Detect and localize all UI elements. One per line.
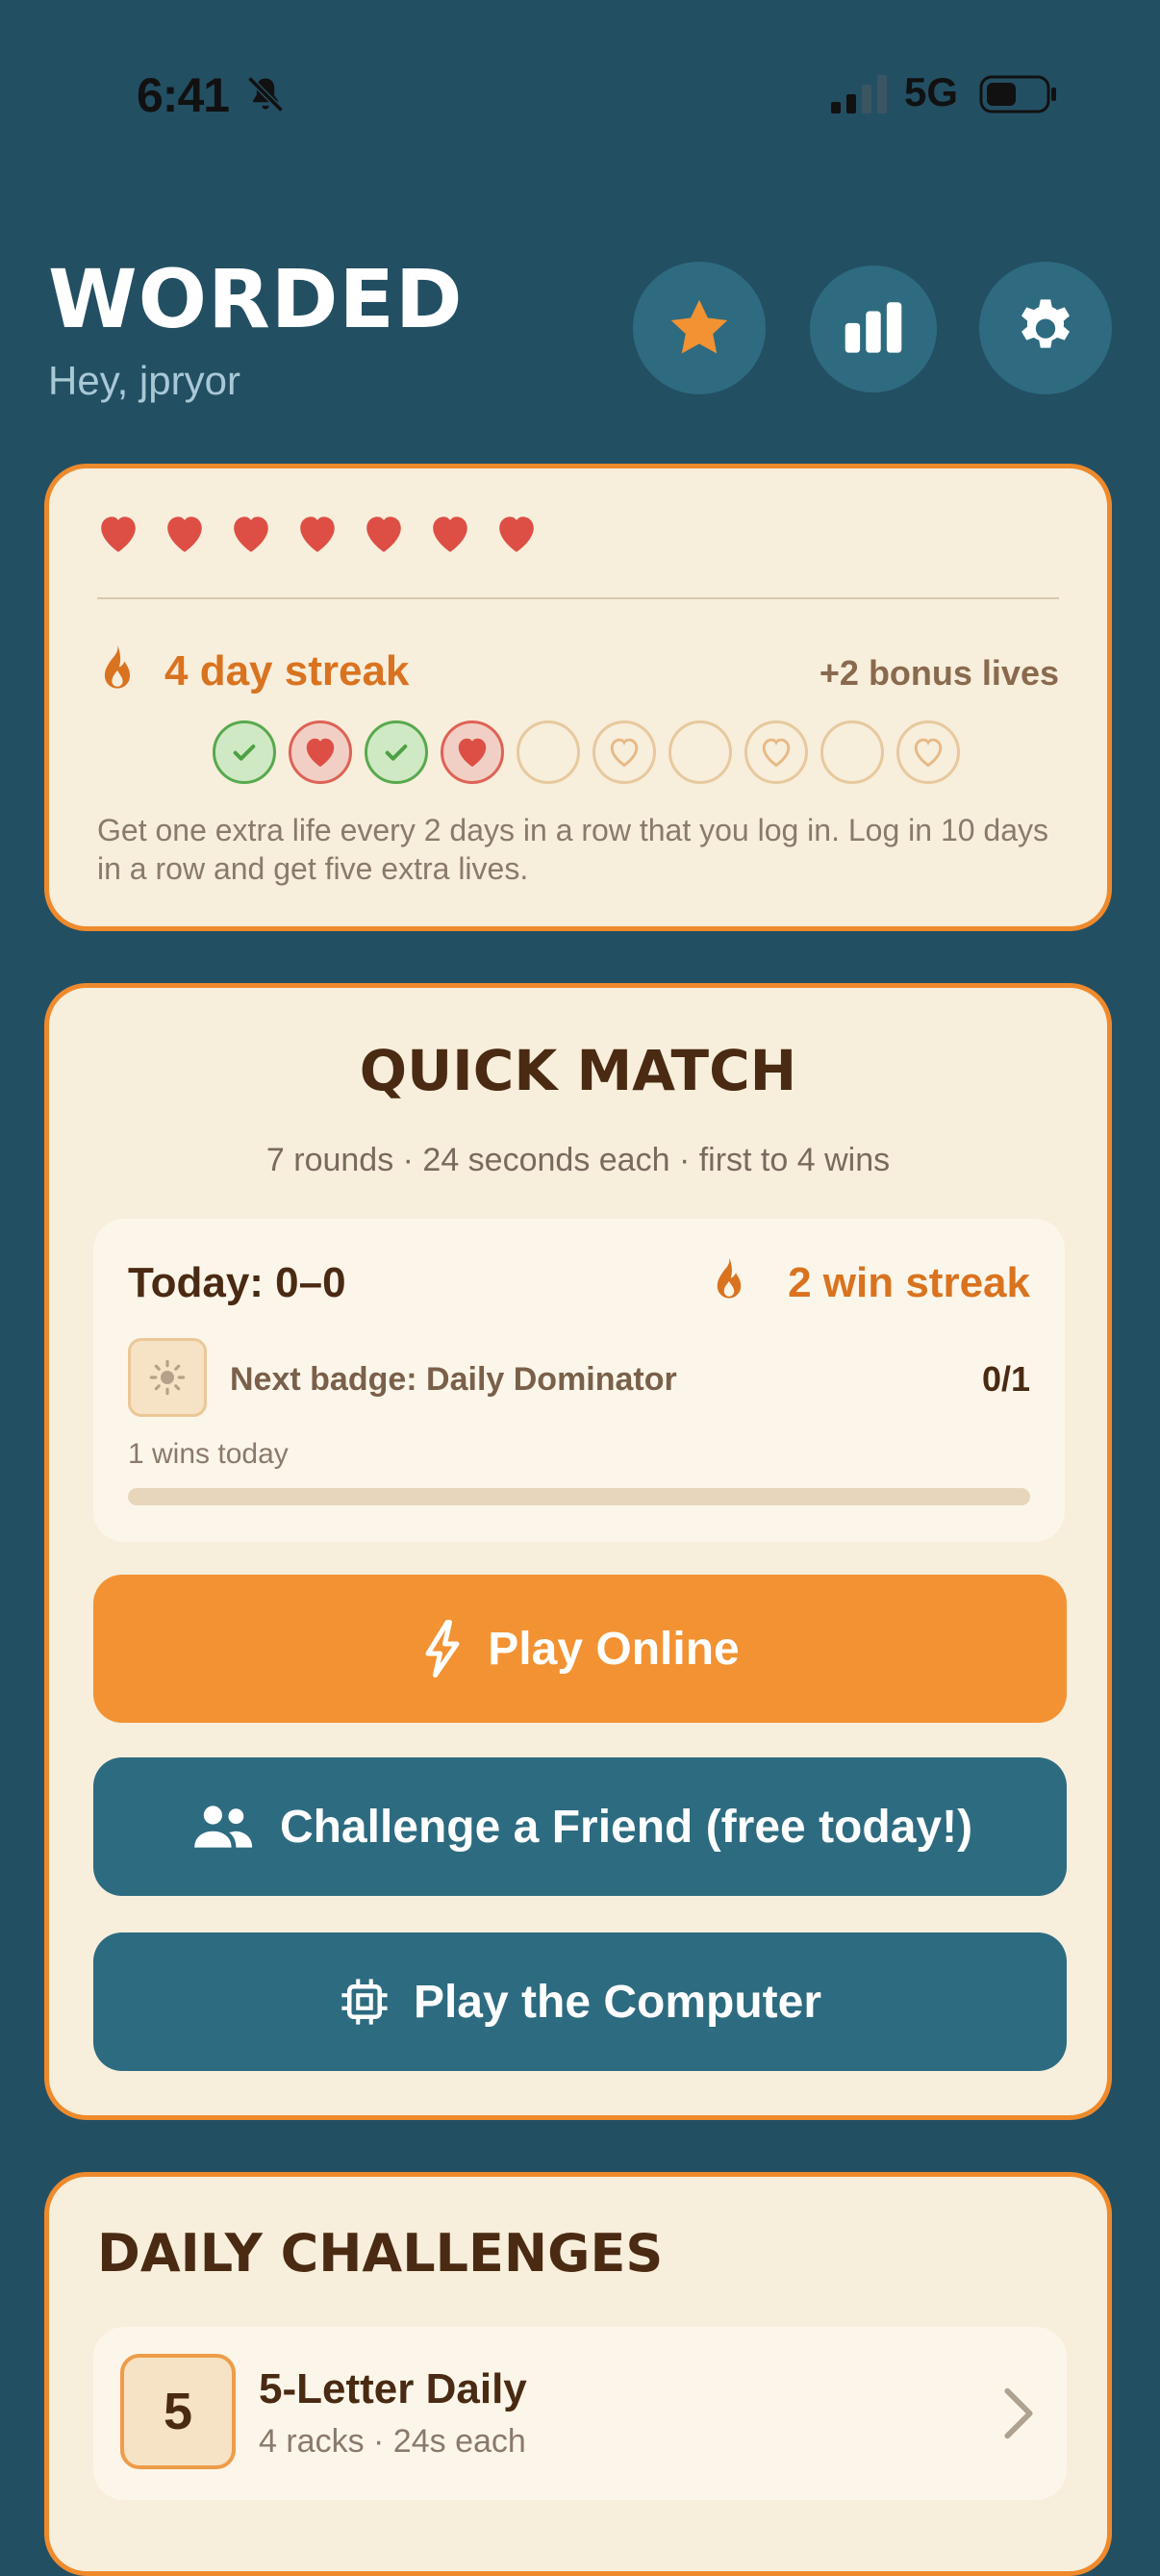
- heart-outline-icon: [610, 738, 639, 768]
- app-title: WORDED: [48, 252, 464, 346]
- lives-hearts: [97, 515, 538, 553]
- quick-match-subtitle: 7 rounds · 24 seconds each · first to 4 …: [265, 1142, 891, 1178]
- streak-day-check: [365, 720, 428, 784]
- battery-icon: [979, 75, 1056, 114]
- heart-icon: [433, 517, 467, 552]
- streak-day-bonus: [593, 720, 656, 784]
- favorites-button[interactable]: [633, 262, 766, 394]
- streak-day-empty: [517, 720, 580, 784]
- streak-day-bonus: [896, 720, 960, 784]
- bonus-lives-label: +2 bonus lives: [819, 653, 1059, 693]
- streak-day-heart: [289, 720, 352, 784]
- heart-icon: [167, 517, 202, 552]
- day-streak-label: 4 day streak: [164, 647, 410, 695]
- lives-card: 4 day streak +2 bonus lives Get one extr…: [44, 464, 1112, 931]
- badge-count: 0/1: [981, 1359, 1030, 1399]
- heart-icon: [366, 517, 401, 552]
- flame-icon: [104, 644, 131, 689]
- next-badge-label: Next badge: Daily Dominator: [230, 1361, 677, 1398]
- chevron-right-icon: [1004, 2387, 1033, 2439]
- cpu-icon: [341, 1979, 388, 2025]
- heart-icon: [499, 517, 534, 552]
- daily-challenges-card: DAILY CHALLENGES 5 5-Letter Daily 4 rack…: [44, 2172, 1112, 2576]
- check-icon: [233, 745, 256, 761]
- today-score: Today: 0–0: [128, 1259, 346, 1306]
- bar-chart-icon: [845, 302, 902, 353]
- lives-description: Get one extra life every 2 days in a row…: [97, 813, 1049, 886]
- check-icon: [385, 745, 408, 761]
- heart-icon: [458, 738, 487, 768]
- gear-icon: [1021, 299, 1070, 348]
- heart-icon: [234, 517, 268, 552]
- daily-challenge-meta: 4 racks · 24s each: [259, 2423, 526, 2460]
- daily-challenge-name: 5-Letter Daily: [259, 2365, 527, 2412]
- star-icon: [670, 299, 728, 354]
- streak-day-bonus: [744, 720, 808, 784]
- sun-icon: [149, 1359, 186, 1396]
- heart-outline-icon: [762, 738, 791, 768]
- stats-button[interactable]: [810, 265, 937, 392]
- bell-muted-icon: [247, 76, 284, 113]
- settings-button[interactable]: [979, 262, 1112, 394]
- daily-challenges-title: DAILY CHALLENGES: [97, 2223, 664, 2284]
- flame-icon: [717, 1257, 742, 1299]
- badge-progress-bar: [128, 1488, 1030, 1505]
- lightning-icon: [425, 1620, 460, 1678]
- greeting: Hey, jpryor: [48, 358, 240, 403]
- play-computer-label: Play the Computer: [413, 1976, 822, 2028]
- users-icon: [194, 1806, 253, 1848]
- daily-challenge-number: 5: [120, 2354, 236, 2469]
- signal-icon: [831, 75, 887, 114]
- streak-day-check: [213, 720, 276, 784]
- network-label: 5G: [904, 69, 959, 114]
- badge-box: [128, 1338, 207, 1417]
- streak-day-empty: [668, 720, 732, 784]
- divider: [97, 597, 1059, 599]
- play-online-button[interactable]: Play Online: [93, 1575, 1067, 1723]
- heart-icon: [306, 738, 335, 768]
- streak-days-row: [213, 720, 960, 784]
- daily-progress-panel: Today: 0–0 2 win streak Next badge: Dail…: [93, 1219, 1065, 1542]
- challenge-friend-label: Challenge a Friend (free today!): [279, 1801, 973, 1853]
- challenge-friend-button[interactable]: Challenge a Friend (free today!): [93, 1757, 1067, 1896]
- wins-today: 1 wins today: [128, 1438, 289, 1470]
- quick-match-card: QUICK MATCH 7 rounds · 24 seconds each ·…: [44, 983, 1112, 2120]
- play-online-label: Play Online: [488, 1623, 740, 1675]
- streak-day-heart: [441, 720, 504, 784]
- status-time: 6:41: [137, 68, 230, 122]
- play-computer-button[interactable]: Play the Computer: [93, 1932, 1067, 2071]
- daily-challenge-item[interactable]: 5 5-Letter Daily 4 racks · 24s each: [93, 2327, 1067, 2500]
- heart-outline-icon: [914, 738, 943, 768]
- heart-icon: [101, 517, 136, 552]
- heart-icon: [300, 517, 335, 552]
- quick-match-title: QUICK MATCH: [359, 1038, 797, 1103]
- status-bar: 6:41 5G: [0, 0, 1160, 192]
- win-streak-label: 2 win streak: [788, 1259, 1030, 1306]
- streak-day-empty: [820, 720, 884, 784]
